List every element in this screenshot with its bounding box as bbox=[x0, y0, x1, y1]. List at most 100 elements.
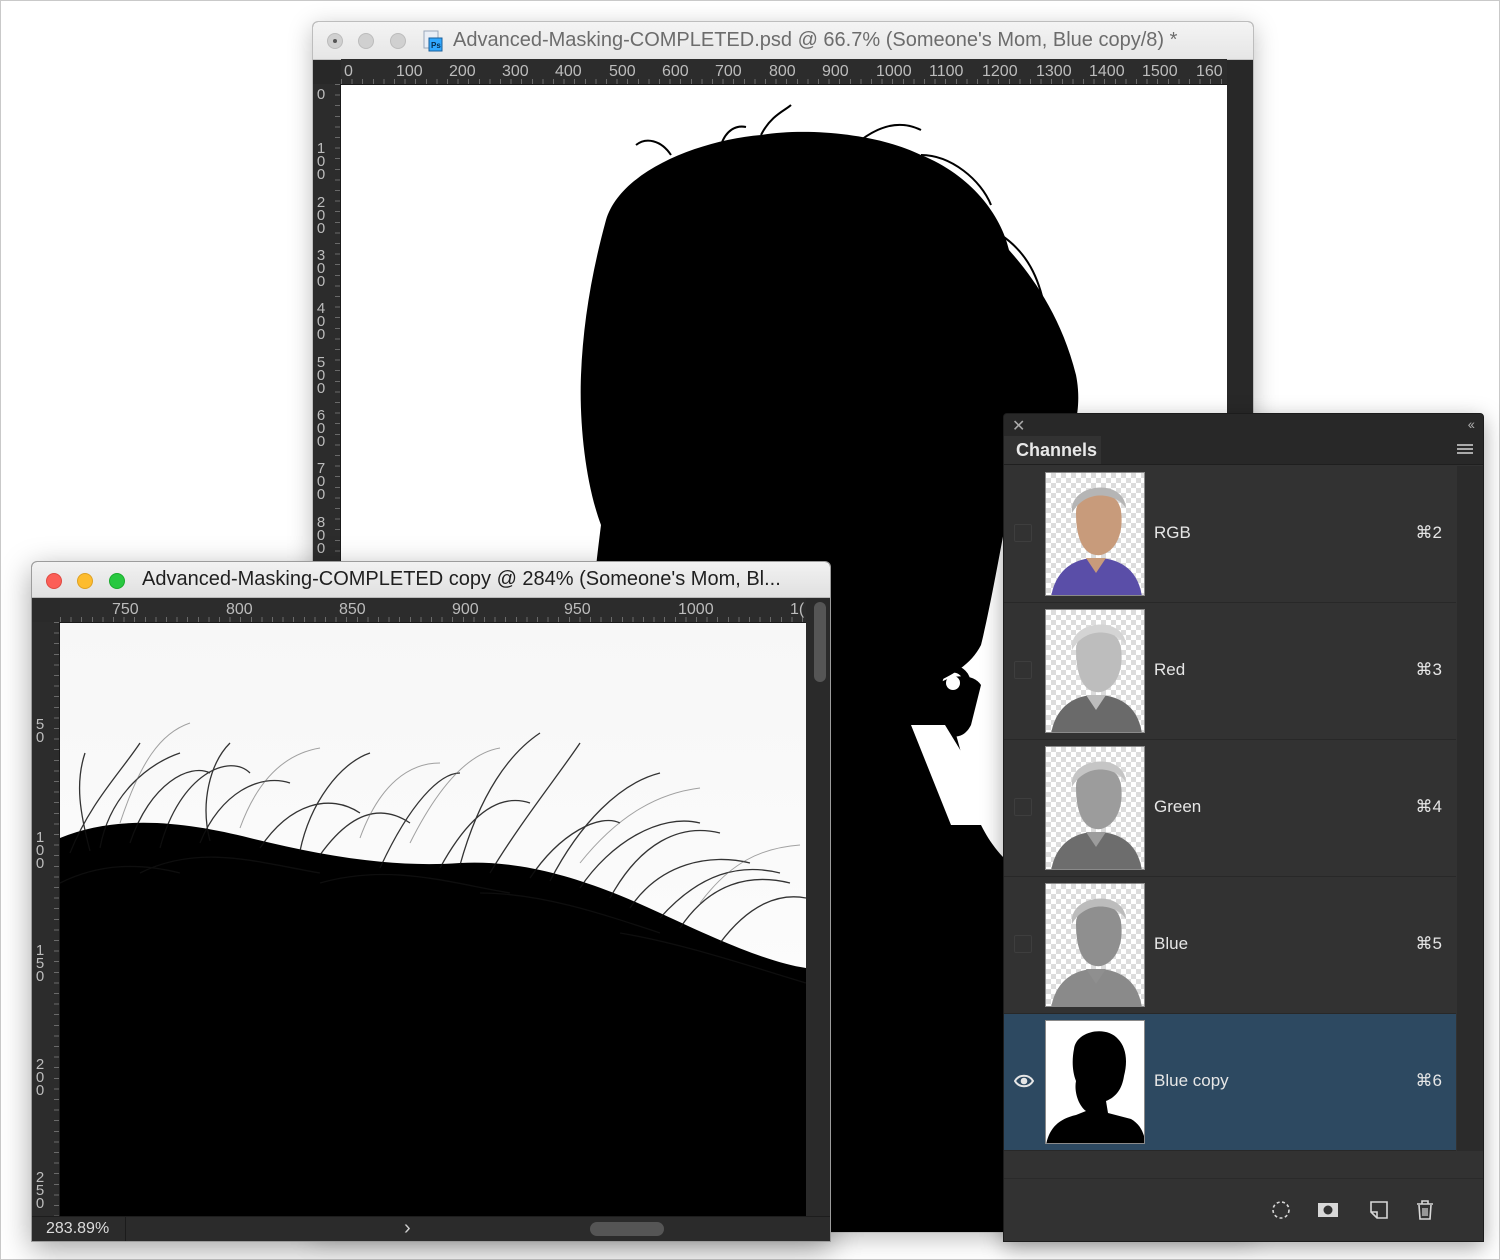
visibility-toggle[interactable] bbox=[1014, 798, 1032, 816]
channel-shortcut: ⌘4 bbox=[1415, 797, 1442, 816]
ruler-tick: 1300 bbox=[1036, 63, 1072, 80]
horizontal-ruler: 750 800 850 900 950 1000 1( bbox=[60, 598, 806, 623]
ruler-tick: 5 0 bbox=[35, 716, 45, 746]
minimize-button[interactable] bbox=[77, 573, 93, 589]
ruler-tick: 900 bbox=[822, 63, 849, 80]
vertical-ruler: 5 0 1 0 0 1 5 0 2 0 0 2 5 0 bbox=[32, 622, 60, 1217]
ruler-tick: 5 0 0 bbox=[316, 354, 326, 397]
document-canvas[interactable] bbox=[60, 623, 806, 1217]
horizontal-scrollbar[interactable] bbox=[590, 1222, 664, 1236]
svg-text:Ps: Ps bbox=[431, 41, 441, 50]
trash-icon[interactable] bbox=[1413, 1199, 1437, 1221]
ruler-tick: 4 0 0 bbox=[316, 300, 326, 343]
panel-scrollbar[interactable] bbox=[1457, 466, 1483, 1151]
channels-panel[interactable]: ✕ ‹‹ Channels RGB ⌘2 Red ⌘3 Green ⌘4 Blu… bbox=[1003, 413, 1484, 1242]
ruler-tick: 1500 bbox=[1142, 63, 1178, 80]
ruler-tick: 1000 bbox=[876, 63, 912, 80]
ruler-tick: 1000 bbox=[678, 601, 714, 618]
ruler-tick: 900 bbox=[452, 601, 479, 618]
channel-thumbnail bbox=[1045, 609, 1145, 733]
title-bar[interactable]: Ps Advanced-Masking-COMPLETED.psd @ 66.7… bbox=[313, 22, 1253, 60]
hair-detail-image bbox=[60, 623, 806, 1217]
ruler-tick: 0 bbox=[316, 86, 326, 103]
ruler-tick: 0 bbox=[344, 63, 353, 80]
ruler-tick: 1 0 0 bbox=[316, 140, 326, 183]
visibility-toggle[interactable] bbox=[1014, 935, 1032, 953]
channel-row-red[interactable]: Red ⌘3 bbox=[1004, 603, 1456, 740]
ruler-tick: 300 bbox=[502, 63, 529, 80]
channel-shortcut: ⌘5 bbox=[1415, 934, 1442, 953]
load-selection-icon[interactable] bbox=[1269, 1199, 1293, 1221]
channel-row-green[interactable]: Green ⌘4 bbox=[1004, 740, 1456, 877]
channel-name: Blue copy bbox=[1154, 1071, 1229, 1090]
channel-thumbnail bbox=[1045, 472, 1145, 596]
panel-header[interactable]: ✕ ‹‹ bbox=[1004, 414, 1483, 436]
panel-tab-bar: Channels bbox=[1004, 436, 1483, 465]
collapse-icon[interactable]: ‹‹ bbox=[1468, 416, 1475, 432]
eye-icon[interactable] bbox=[1014, 1070, 1034, 1092]
zoom-level[interactable]: 283.89% bbox=[46, 1220, 109, 1238]
channel-shortcut: ⌘2 bbox=[1415, 523, 1442, 542]
channel-thumbnail bbox=[1045, 746, 1145, 870]
ruler-tick: 500 bbox=[609, 63, 636, 80]
document-window-zoomed[interactable]: Advanced-Masking-COMPLETED copy @ 284% (… bbox=[31, 561, 831, 1242]
ruler-tick: 600 bbox=[662, 63, 689, 80]
channel-row-blue-copy[interactable]: Blue copy ⌘6 bbox=[1004, 1014, 1456, 1151]
ruler-tick: 700 bbox=[715, 63, 742, 80]
zoom-button[interactable] bbox=[390, 33, 406, 49]
panel-menu-icon[interactable] bbox=[1457, 444, 1473, 456]
channel-thumbnail bbox=[1045, 1020, 1145, 1144]
channel-thumbnail bbox=[1045, 883, 1145, 1007]
minimize-button[interactable] bbox=[358, 33, 374, 49]
ruler-tick: 850 bbox=[339, 601, 366, 618]
new-channel-icon[interactable] bbox=[1367, 1199, 1391, 1221]
ruler-tick: 750 bbox=[112, 601, 139, 618]
channel-list: RGB ⌘2 Red ⌘3 Green ⌘4 Blue ⌘5 Blue copy… bbox=[1004, 466, 1456, 1151]
ruler-tick: 1 5 0 bbox=[35, 942, 45, 985]
ruler-tick: 2 0 0 bbox=[316, 194, 326, 237]
ruler-tick: 6 0 0 bbox=[316, 407, 326, 450]
window-title: Advanced-Masking-COMPLETED.psd @ 66.7% (… bbox=[453, 29, 1178, 51]
ruler-tick: 1 0 0 bbox=[35, 829, 45, 872]
ruler-tick: 1400 bbox=[1089, 63, 1125, 80]
ruler-tick: 400 bbox=[555, 63, 582, 80]
ruler-tick: 800 bbox=[226, 601, 253, 618]
window-title: Advanced-Masking-COMPLETED copy @ 284% (… bbox=[142, 568, 781, 590]
close-icon[interactable]: ✕ bbox=[1012, 416, 1025, 436]
ruler-tick: 950 bbox=[564, 601, 591, 618]
ruler-tick: 7 0 0 bbox=[316, 460, 326, 503]
zoom-button[interactable] bbox=[109, 573, 125, 589]
channel-shortcut: ⌘6 bbox=[1415, 1071, 1442, 1090]
ruler-tick: 1( bbox=[790, 601, 805, 618]
ruler-tick: 8 0 0 bbox=[316, 514, 326, 557]
panel-footer bbox=[1004, 1178, 1483, 1241]
close-button[interactable] bbox=[46, 573, 62, 589]
channel-row-rgb[interactable]: RGB ⌘2 bbox=[1004, 466, 1456, 603]
channel-name: Blue bbox=[1154, 934, 1189, 953]
horizontal-ruler: 0 100 200 300 400 500 600 700 800 900 10… bbox=[341, 59, 1227, 85]
psd-file-icon: Ps bbox=[423, 30, 443, 52]
ruler-tick: 2 0 0 bbox=[35, 1056, 45, 1099]
tab-channels[interactable]: Channels bbox=[1004, 436, 1101, 464]
vertical-scrollbar[interactable] bbox=[814, 602, 826, 682]
channel-name: Red bbox=[1154, 660, 1186, 679]
ruler-tick: 100 bbox=[396, 63, 423, 80]
channel-row-blue[interactable]: Blue ⌘5 bbox=[1004, 877, 1456, 1014]
visibility-toggle[interactable] bbox=[1014, 524, 1032, 542]
ruler-tick: 3 0 0 bbox=[316, 247, 326, 290]
channel-name: RGB bbox=[1154, 523, 1191, 542]
ruler-tick: 1200 bbox=[982, 63, 1018, 80]
ruler-tick: 200 bbox=[449, 63, 476, 80]
status-bar: 283.89% › bbox=[32, 1216, 830, 1241]
ruler-tick: 1100 bbox=[929, 63, 964, 80]
close-button[interactable] bbox=[327, 33, 343, 49]
visibility-toggle[interactable] bbox=[1014, 661, 1032, 679]
ruler-tick: 800 bbox=[769, 63, 796, 80]
channel-shortcut: ⌘3 bbox=[1415, 660, 1442, 679]
ruler-tick: 160 bbox=[1196, 63, 1223, 80]
save-selection-icon[interactable] bbox=[1316, 1199, 1340, 1221]
chevron-right-icon[interactable]: › bbox=[404, 1217, 411, 1240]
ruler-tick: 2 5 0 bbox=[35, 1169, 45, 1212]
status-divider bbox=[125, 1217, 126, 1241]
title-bar[interactable]: Advanced-Masking-COMPLETED copy @ 284% (… bbox=[32, 562, 830, 598]
